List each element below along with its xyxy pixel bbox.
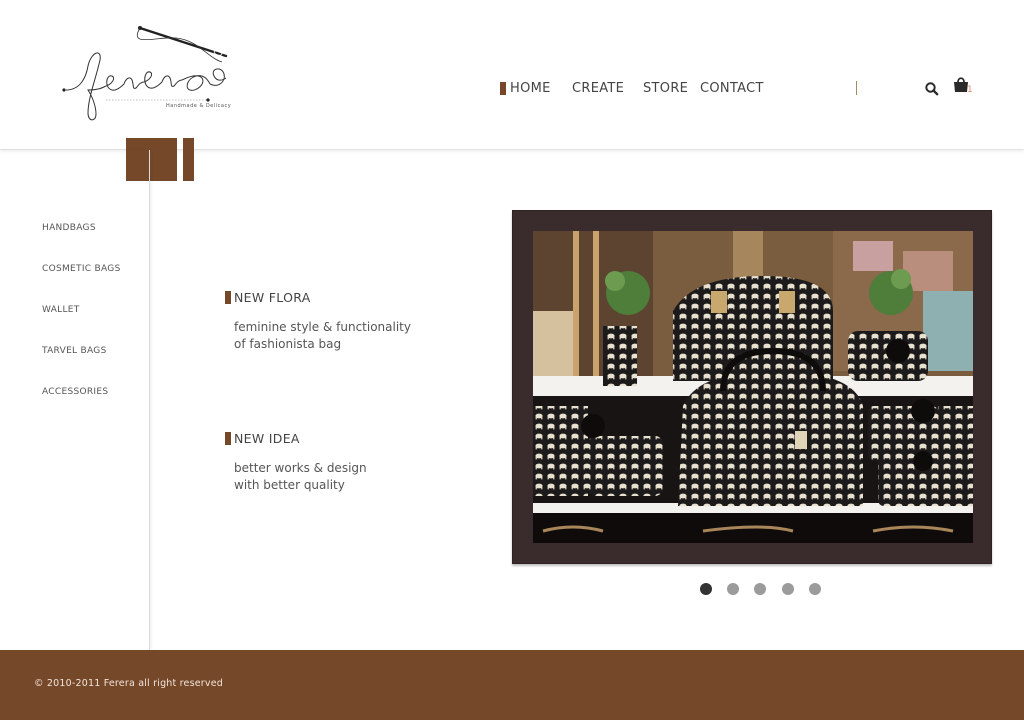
handbag-display-photo bbox=[533, 231, 973, 543]
slide-dot-5[interactable] bbox=[809, 583, 821, 595]
sidebar-item-travel-bags[interactable]: TARVEL BAGS bbox=[42, 346, 107, 356]
accent-block-small bbox=[183, 138, 194, 181]
nav-home[interactable]: HOME bbox=[500, 80, 551, 98]
slideshow-pagination bbox=[700, 583, 830, 595]
slide-dot-2[interactable] bbox=[727, 583, 739, 595]
nav-contact[interactable]: CONTACT bbox=[700, 80, 764, 98]
slideshow-image[interactable] bbox=[533, 231, 973, 543]
cart-count-badge: 1 bbox=[967, 85, 973, 95]
feature-desc-line: of fashionista bag bbox=[234, 337, 342, 351]
search-icon bbox=[925, 82, 939, 96]
logo-tagline: Handmade & Delicacy bbox=[166, 103, 232, 109]
copyright-text: © 2010-2011 Ferera all right reserved bbox=[34, 678, 223, 689]
ferera-logo[interactable]: Handmade & Delicacy bbox=[58, 18, 238, 128]
cart-button[interactable]: 1 bbox=[953, 76, 977, 98]
feature-desc-new-idea: better works & design with better qualit… bbox=[234, 460, 367, 494]
nav-store[interactable]: STORE bbox=[643, 80, 688, 98]
slide-dot-3[interactable] bbox=[754, 583, 766, 595]
sidebar-item-accessories[interactable]: ACCESSORIES bbox=[42, 387, 108, 397]
feature-desc-line: feminine style & functionality bbox=[234, 320, 411, 334]
site-footer: © 2010-2011 Ferera all right reserved bbox=[0, 650, 1024, 720]
category-sidebar: HANDBAGS COSMETIC BAGS WALLET TARVEL BAG… bbox=[0, 150, 150, 650]
sidebar-item-cosmetic-bags[interactable]: COSMETIC BAGS bbox=[42, 264, 121, 274]
feature-desc-new-flora: feminine style & functionality of fashio… bbox=[234, 319, 411, 353]
site-header: Handmade & Delicacy HOME CREATE STORE CO… bbox=[0, 0, 1024, 150]
slide-dot-4[interactable] bbox=[782, 583, 794, 595]
slideshow-frame bbox=[512, 210, 992, 564]
nav-create[interactable]: CREATE bbox=[572, 80, 624, 98]
nav-divider bbox=[856, 81, 857, 95]
sidebar-item-wallet[interactable]: WALLET bbox=[42, 305, 80, 315]
search-button[interactable] bbox=[923, 80, 941, 98]
logo-script-mark bbox=[62, 26, 228, 121]
sidebar-item-handbags[interactable]: HANDBAGS bbox=[42, 223, 96, 233]
feature-desc-line: with better quality bbox=[234, 478, 345, 492]
slide-dot-1[interactable] bbox=[700, 583, 712, 595]
feature-title-new-flora[interactable]: NEW FLORA bbox=[225, 290, 311, 305]
feature-title-new-idea[interactable]: NEW IDEA bbox=[225, 431, 300, 446]
feature-desc-line: better works & design bbox=[234, 461, 367, 475]
